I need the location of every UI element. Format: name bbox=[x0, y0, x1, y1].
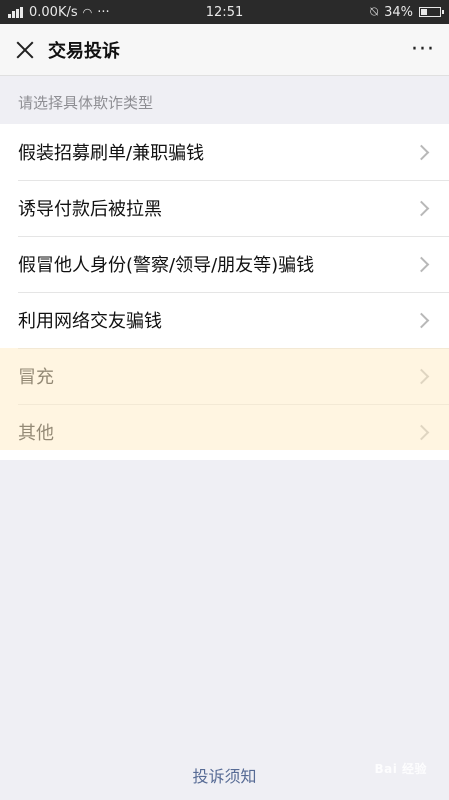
list-item[interactable]: 其他 bbox=[0, 404, 449, 460]
list-item[interactable]: 冒充 bbox=[0, 348, 449, 404]
chevron-right-icon bbox=[413, 312, 430, 328]
battery-icon bbox=[419, 7, 444, 17]
list-item[interactable]: 诱导付款后被拉黑 bbox=[0, 180, 449, 236]
battery-fill bbox=[421, 9, 427, 15]
wifi-icon: ◠ bbox=[82, 5, 93, 19]
list-item-label: 假装招募刷单/兼职骗钱 bbox=[18, 143, 205, 164]
chevron-right-icon bbox=[413, 200, 430, 216]
close-icon[interactable] bbox=[14, 39, 36, 61]
list-item[interactable]: 假冒他人身份(警察/领导/朋友等)骗钱 bbox=[0, 236, 449, 292]
list-item-label: 其他 bbox=[18, 423, 54, 444]
list-item-label: 利用网络交友骗钱 bbox=[18, 311, 162, 332]
more-icon[interactable]: ··· bbox=[411, 38, 435, 61]
status-left: 0.00K/s ◠ ··· bbox=[8, 5, 370, 20]
navigation-bar: 交易投诉 ··· bbox=[0, 24, 449, 76]
network-speed: 0.00K/s bbox=[29, 4, 78, 20]
watermark-logo: Bai 经验 bbox=[374, 762, 427, 776]
list-item-label: 冒充 bbox=[18, 367, 54, 388]
status-dots: ··· bbox=[97, 4, 110, 20]
page-title: 交易投诉 bbox=[48, 40, 120, 62]
signal-icon bbox=[8, 6, 24, 18]
chevron-right-icon bbox=[413, 368, 430, 384]
list-item[interactable]: 假装招募刷单/兼职骗钱 bbox=[0, 124, 449, 180]
section-hint: 请选择具体欺诈类型 bbox=[18, 93, 154, 112]
status-bar: 0.00K/s ◠ ··· 12:51 ⍉ 34% bbox=[0, 0, 449, 24]
chevron-right-icon bbox=[413, 424, 430, 440]
chevron-right-icon bbox=[413, 144, 430, 160]
fraud-type-list: 假装招募刷单/兼职骗钱 诱导付款后被拉黑 假冒他人身份(警察/领导/朋友等)骗钱… bbox=[0, 124, 449, 460]
mute-icon: ⍉ bbox=[370, 4, 379, 20]
list-item-label: 假冒他人身份(警察/领导/朋友等)骗钱 bbox=[18, 255, 315, 276]
chevron-right-icon bbox=[413, 256, 430, 272]
status-right: ⍉ 34% bbox=[370, 4, 444, 20]
list-item[interactable]: 利用网络交友骗钱 bbox=[0, 292, 449, 348]
battery-text: 34% bbox=[384, 4, 413, 20]
list-item-label: 诱导付款后被拉黑 bbox=[18, 199, 162, 220]
